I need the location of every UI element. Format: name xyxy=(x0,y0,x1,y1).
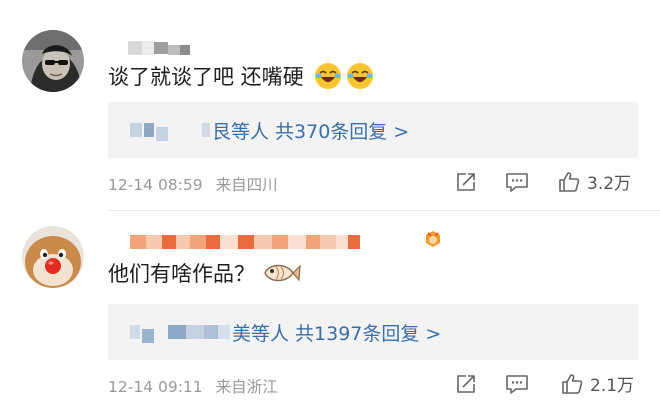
comment-location: 来自四川 xyxy=(215,176,278,194)
fish-emoji-icon xyxy=(264,264,301,282)
comment-text-content: 谈了就谈了吧 还嘴硬 xyxy=(108,65,304,89)
laugh-cry-emoji-icon xyxy=(346,63,373,89)
replier-names-blurred xyxy=(130,321,230,343)
man-sunglasses-avatar-icon xyxy=(22,30,84,92)
comment-meta: 12-14 08:59 来自四川 xyxy=(108,173,278,195)
reply-summary-link[interactable]: 艮等人 共370条回复 > xyxy=(212,117,409,144)
comment-time: 12-14 08:59 xyxy=(108,176,203,194)
comment-button[interactable] xyxy=(505,171,529,193)
comment-time: 12-14 09:11 xyxy=(108,378,203,396)
thumbs-up-icon xyxy=(559,171,580,192)
laugh-cry-emoji-icon xyxy=(314,63,341,89)
share-icon xyxy=(457,173,475,191)
username-blurred[interactable] xyxy=(130,234,360,250)
comment-text: 他们有啥作品？ xyxy=(108,257,301,289)
comment-location: 来自浙江 xyxy=(215,378,278,396)
reply-summary-box[interactable]: 艮等人 共370条回复 > xyxy=(108,102,638,158)
comment-button[interactable] xyxy=(505,373,529,395)
comment-meta: 12-14 09:11 来自浙江 xyxy=(108,375,278,397)
replier-names-blurred xyxy=(130,119,210,141)
avatar[interactable] xyxy=(22,30,84,92)
like-button[interactable]: 2.1万 xyxy=(560,371,634,396)
share-icon xyxy=(457,375,475,393)
reply-summary-box[interactable]: 美等人 共1397条回复 > xyxy=(108,304,638,360)
like-button[interactable]: 3.2万 xyxy=(557,169,631,194)
comment-text-content: 他们有啥作品？ xyxy=(108,262,255,286)
comment-text: 谈了就谈了吧 还嘴硬 xyxy=(108,60,374,92)
like-count: 2.1万 xyxy=(590,376,635,396)
cartoon-dog-avatar-icon xyxy=(22,226,84,288)
share-button[interactable] xyxy=(455,171,477,193)
thumbs-up-icon xyxy=(562,373,583,394)
comment-icon xyxy=(506,173,528,192)
comment-item: 谈了就谈了吧 还嘴硬 艮等人 共370条回复 > 12-14 08:59 来自四… xyxy=(0,0,660,205)
like-count: 3.2万 xyxy=(587,174,632,194)
reply-summary-link[interactable]: 美等人 共1397条回复 > xyxy=(232,319,441,346)
comment-item: 他们有啥作品？ 美等人 共1397条回复 > 12-14 09:11 来自浙江 xyxy=(0,212,660,415)
avatar[interactable] xyxy=(22,226,84,288)
comment-icon xyxy=(506,375,528,394)
comment-divider xyxy=(108,210,660,211)
share-button[interactable] xyxy=(455,373,477,395)
level-badge-icon xyxy=(426,231,440,247)
username-blurred[interactable] xyxy=(128,40,190,56)
